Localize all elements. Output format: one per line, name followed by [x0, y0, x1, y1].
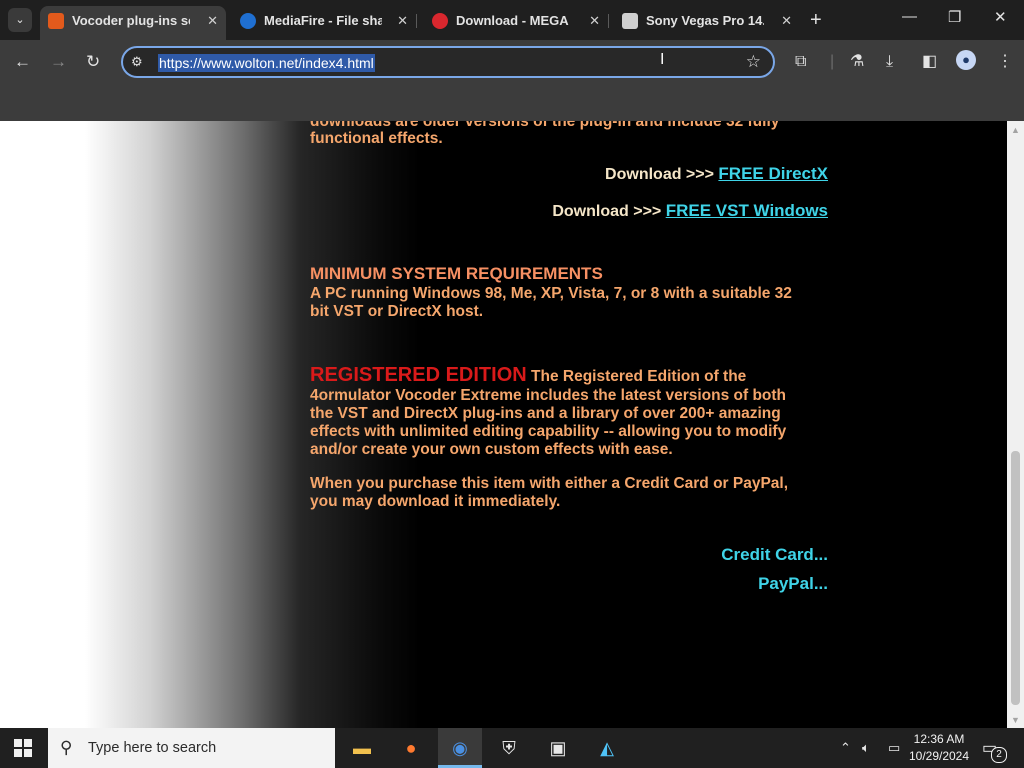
mediafire-favicon-icon: [240, 13, 256, 29]
new-tab-button[interactable]: +: [810, 9, 822, 31]
registered-line5: and/or create your own custom effects wi…: [310, 441, 673, 458]
chrome-icon[interactable]: ◉: [438, 728, 482, 768]
site-settings-icon[interactable]: ⚙: [131, 54, 143, 70]
tray-chevron-up-icon[interactable]: ⌃: [840, 740, 851, 756]
tab-close-icon[interactable]: ✕: [397, 6, 408, 36]
tab-separator: [416, 14, 417, 28]
mega-favicon-icon: [432, 13, 448, 29]
tab-title: Sony Vegas Pro 14.0 B: [646, 13, 764, 28]
registered-line4: effects with unlimited editing capabilit…: [310, 423, 787, 440]
close-window-button[interactable]: ✕: [994, 8, 1007, 26]
tab-close-icon[interactable]: ✕: [207, 6, 218, 36]
browser-toolbar: ← → ↻ ⚙ https://www.wolton.net/index4.ht…: [0, 40, 1024, 84]
windows-taskbar: ⚲ Type here to search ▬ ● ◉ ⛨ ▣ ◭ ⌃ 🔈︎ ▭…: [0, 728, 1024, 768]
tab-strip: ⌄ Vocoder plug-ins softw ✕ MediaFire - F…: [0, 0, 1024, 40]
notification-count-badge: 2: [991, 747, 1007, 763]
registered-first-line: REGISTERED EDITION The Registered Editio…: [310, 364, 746, 388]
download-vst-row: Download >>> FREE VST Windows: [310, 202, 828, 221]
tab-separator: [608, 14, 609, 28]
purchase-line1: When you purchase this item with either …: [310, 475, 789, 492]
tab-vocoder[interactable]: Vocoder plug-ins softw ✕: [40, 6, 226, 40]
file-explorer-icon[interactable]: ▬: [340, 728, 384, 768]
search-icon: ⚲: [60, 738, 73, 757]
menu-kebab-icon[interactable]: ⋮: [997, 52, 1013, 72]
scroll-down-arrow-icon[interactable]: ▼: [1011, 715, 1020, 725]
text-cursor-icon: I: [660, 51, 665, 68]
registered-line1: The Registered Edition of the: [531, 368, 747, 385]
download-label: Download >>>: [605, 166, 719, 183]
tab-search-button[interactable]: ⌄: [8, 8, 32, 32]
back-arrow-icon[interactable]: ←: [14, 52, 31, 72]
tab-mega[interactable]: Download - MEGA ✕: [424, 6, 608, 40]
free-directx-link[interactable]: FREE DirectX: [718, 164, 828, 183]
download-directx-row: Download >>> FREE DirectX: [310, 165, 828, 184]
purchase-line2: you may download it immediately.: [310, 493, 561, 510]
address-bar[interactable]: ⚙ https://www.wolton.net/index4.html ☆: [121, 46, 775, 78]
requirements-line1: A PC running Windows 98, Me, XP, Vista, …: [310, 285, 792, 302]
tab-close-icon[interactable]: ✕: [781, 6, 792, 36]
registered-edition-heading: REGISTERED EDITION: [310, 364, 527, 386]
url-text[interactable]: https://www.wolton.net/index4.html: [158, 54, 375, 72]
download-icon[interactable]: ⤓: [886, 52, 893, 72]
tab-close-icon[interactable]: ✕: [589, 6, 600, 36]
volume-icon[interactable]: 🔈︎: [862, 740, 870, 756]
video-editor-icon[interactable]: ▣: [536, 728, 580, 768]
extensions-icon[interactable]: ⧉: [795, 52, 806, 72]
maximize-button[interactable]: ❐: [948, 8, 961, 26]
network-icon[interactable]: ▭: [888, 740, 900, 756]
scroll-up-arrow-icon[interactable]: ▲: [1011, 125, 1020, 135]
registered-line3: the VST and DirectX plug-ins and a libra…: [310, 405, 781, 422]
windows-start-icon[interactable]: [14, 739, 32, 757]
reload-icon[interactable]: ↻: [86, 52, 100, 72]
tab-mediafire[interactable]: MediaFire - File sharin ✕: [232, 6, 416, 40]
download-label: Download >>>: [552, 203, 666, 220]
paypal-link[interactable]: PayPal...: [310, 575, 828, 593]
taskbar-clock[interactable]: 12:36 AM 10/29/2024: [906, 731, 972, 765]
web-page: downloads are older versions of the plug…: [0, 121, 1007, 728]
tab-sony-vegas[interactable]: Sony Vegas Pro 14.0 B ✕: [614, 6, 800, 40]
taskbar-search-box[interactable]: ⚲ Type here to search: [48, 728, 335, 768]
security-icon[interactable]: ⛨: [487, 728, 531, 768]
page-scrollbar[interactable]: ▲ ▼: [1007, 121, 1024, 728]
scrollbar-thumb[interactable]: [1011, 451, 1020, 705]
tab-title: Vocoder plug-ins softw: [72, 13, 190, 28]
vocoder-favicon-icon: [48, 13, 64, 29]
bookmarks-bar: [0, 84, 1024, 121]
bookmark-star-icon[interactable]: ☆: [746, 52, 761, 72]
labs-flask-icon[interactable]: ⚗: [850, 52, 864, 72]
sony-vegas-favicon-icon: [622, 13, 638, 29]
credit-card-link[interactable]: Credit Card...: [310, 546, 828, 564]
requirements-heading: MINIMUM SYSTEM REQUIREMENTS: [310, 264, 603, 283]
registered-line2: 4ormulator Vocoder Extreme includes the …: [310, 387, 787, 404]
firefox-icon[interactable]: ●: [389, 728, 433, 768]
forward-arrow-icon[interactable]: →: [50, 52, 67, 72]
toolbar-divider: |: [830, 53, 835, 70]
tab-title: Download - MEGA: [456, 13, 569, 28]
tab-title: MediaFire - File sharin: [264, 13, 382, 28]
vegas-icon[interactable]: ◭: [585, 728, 629, 768]
clock-date: 10/29/2024: [908, 749, 970, 763]
clock-time: 12:36 AM: [913, 732, 965, 746]
side-panel-icon[interactable]: ◧: [922, 52, 937, 72]
profile-avatar-icon[interactable]: ●: [956, 50, 976, 70]
intro-text-line2: functional effects.: [310, 130, 443, 147]
requirements-line2: bit VST or DirectX host.: [310, 303, 484, 320]
taskbar-search-placeholder: Type here to search: [88, 740, 217, 756]
minimize-button[interactable]: —: [902, 8, 917, 25]
free-vst-windows-link[interactable]: FREE VST Windows: [666, 201, 828, 220]
